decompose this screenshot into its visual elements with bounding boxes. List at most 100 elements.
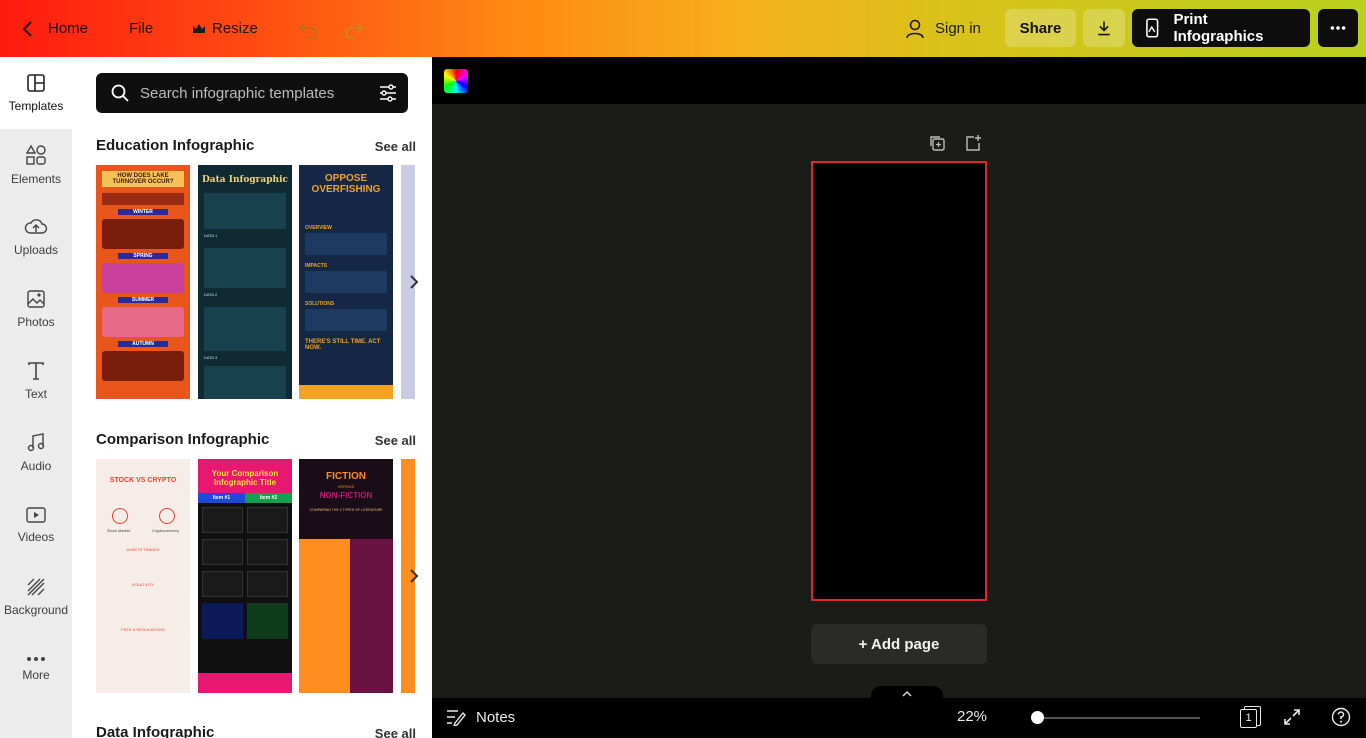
print-product-icon — [1146, 18, 1159, 38]
help-icon — [1331, 707, 1351, 727]
add-page-button[interactable]: + Add page — [811, 624, 987, 664]
template-thumbnail[interactable]: FICTION VERSUS NON-FICTION COMPARING THE… — [299, 459, 393, 693]
background-pattern-icon — [27, 578, 45, 596]
rail-item-text[interactable]: Text — [0, 345, 72, 417]
rail-label-audio: Audio — [20, 459, 52, 473]
template-label: VOLATILITY — [131, 582, 155, 587]
duplicate-icon — [930, 136, 945, 151]
template-title: Data Infographic — [202, 175, 288, 185]
elements-icon — [25, 144, 46, 165]
file-label: File — [129, 20, 154, 37]
template-label: DATA 1 — [204, 233, 218, 238]
template-label: THERE'S STILL TIME. ACT NOW. — [305, 339, 381, 351]
sign-in-label: Sign in — [935, 20, 981, 37]
template-label: WINTER — [118, 209, 168, 215]
duplicate-page-button[interactable] — [928, 134, 946, 152]
scroll-right-button[interactable] — [402, 270, 426, 294]
download-button[interactable] — [1083, 9, 1125, 47]
zoom-percentage[interactable]: 22% — [957, 708, 987, 725]
template-thumbnail[interactable]: HOW DOES LAKE TURNOVER OCCUR? WINTER SPR… — [96, 165, 190, 399]
template-label: SPRING — [118, 253, 168, 259]
template-label: OVERVIEW — [305, 225, 332, 231]
template-thumbnail[interactable]: Data Infographic DATA 1 DATA 2 DATA 3 — [198, 165, 292, 399]
resize-label: Resize — [212, 20, 258, 37]
template-label: Item #1 — [198, 493, 245, 503]
chevron-right-icon — [410, 275, 419, 289]
color-picker-swatch[interactable] — [444, 69, 468, 93]
add-page-icon — [966, 135, 981, 151]
section-title-education: Education Infographic — [96, 137, 255, 154]
print-infographics-button[interactable]: Print Infographics — [1132, 9, 1310, 47]
top-toolbar: Home File Resize Sign in Share Print Inf… — [0, 0, 1366, 57]
template-label: FEES & REGULATIONS — [121, 627, 165, 632]
see-all-data[interactable]: See all — [375, 726, 416, 738]
notes-label: Notes — [476, 708, 516, 726]
text-icon — [28, 362, 44, 380]
resize-button[interactable]: Resize — [192, 0, 258, 57]
see-all-education[interactable]: See all — [375, 139, 416, 154]
rail-item-more[interactable]: More — [0, 633, 72, 705]
template-title: HOW DOES LAKE TURNOVER OCCUR? — [102, 171, 184, 187]
template-label: SUMMER — [118, 297, 168, 303]
templates-panel: Search infographic templates Education I… — [72, 57, 432, 738]
rail-item-audio[interactable]: Audio — [0, 417, 72, 489]
sign-in-button[interactable]: Sign in — [904, 0, 981, 57]
template-label: Cryptocurrency — [151, 528, 180, 533]
share-label: Share — [1019, 19, 1062, 37]
see-all-comparison[interactable]: See all — [375, 433, 416, 448]
chevron-up-icon — [902, 691, 912, 697]
undo-button[interactable] — [297, 0, 319, 57]
add-page-icon-button[interactable] — [964, 134, 982, 152]
fullscreen-button[interactable] — [1283, 708, 1301, 726]
rail-item-background[interactable]: Background — [0, 561, 72, 633]
page-count-button[interactable]: 1 — [1240, 706, 1262, 728]
back-home-button[interactable]: Home — [18, 0, 88, 57]
zoom-slider[interactable] — [1038, 717, 1200, 719]
template-title: FICTION — [326, 471, 366, 482]
template-thumbnail[interactable]: STOCK VS CRYPTO Stock Market Cryptocurre… — [96, 459, 190, 693]
rail-item-uploads[interactable]: Uploads — [0, 201, 72, 273]
file-menu-button[interactable]: File — [129, 0, 153, 57]
rail-item-videos[interactable]: Videos — [0, 489, 72, 561]
design-page[interactable] — [811, 161, 987, 601]
template-label: DATA 2 — [204, 292, 218, 297]
filter-sliders-icon[interactable] — [378, 83, 398, 103]
template-thumbnail[interactable]: OPPOSE OVERFISHING OVERVIEW IMPACTS SOLU… — [299, 165, 393, 399]
template-label: Item #2 — [245, 493, 292, 503]
template-label: SOLUTIONS — [305, 301, 335, 307]
expand-icon — [1284, 709, 1300, 725]
music-note-icon — [27, 433, 45, 452]
download-icon — [1098, 21, 1110, 36]
scroll-right-button[interactable] — [402, 564, 426, 588]
template-thumbnail[interactable]: Your Comparison Infographic Title Item #… — [198, 459, 292, 693]
rail-label-more: More — [22, 668, 50, 682]
rail-label-background: Background — [3, 603, 69, 617]
user-icon — [906, 19, 924, 38]
page-count-label: 1 — [1240, 709, 1257, 728]
redo-button[interactable] — [343, 0, 365, 57]
template-label: COMPARING THE 2 TYPES OF LITERATURE — [309, 508, 383, 512]
zoom-slider-handle[interactable] — [1031, 711, 1044, 724]
template-title: Your Comparison Infographic Title — [211, 469, 279, 487]
editor-context-toolbar — [432, 57, 1366, 104]
template-label: VERSUS — [337, 484, 355, 489]
section-title-data: Data Infographic — [96, 724, 215, 738]
rail-item-templates[interactable]: Templates — [0, 57, 72, 129]
template-search-bar[interactable]: Search infographic templates — [96, 73, 408, 113]
more-horizontal-icon — [1330, 26, 1346, 30]
side-rail: Templates Elements Uploads Photos Text A… — [0, 57, 72, 738]
rail-item-elements[interactable]: Elements — [0, 129, 72, 201]
redo-icon — [345, 22, 364, 39]
rail-item-photos[interactable]: Photos — [0, 273, 72, 345]
more-options-button[interactable] — [1318, 9, 1358, 47]
template-label: IMPACTS — [305, 263, 328, 269]
rail-label-photos: Photos — [17, 315, 55, 329]
template-title: STOCK VS CRYPTO — [109, 477, 177, 484]
video-icon — [26, 507, 46, 523]
template-label: Stock Market — [106, 528, 131, 533]
search-input[interactable]: Search infographic templates — [140, 85, 334, 102]
share-button[interactable]: Share — [1005, 9, 1076, 47]
notes-button[interactable]: Notes — [446, 708, 515, 726]
rail-label-uploads: Uploads — [13, 243, 59, 257]
help-button[interactable] — [1331, 707, 1351, 727]
